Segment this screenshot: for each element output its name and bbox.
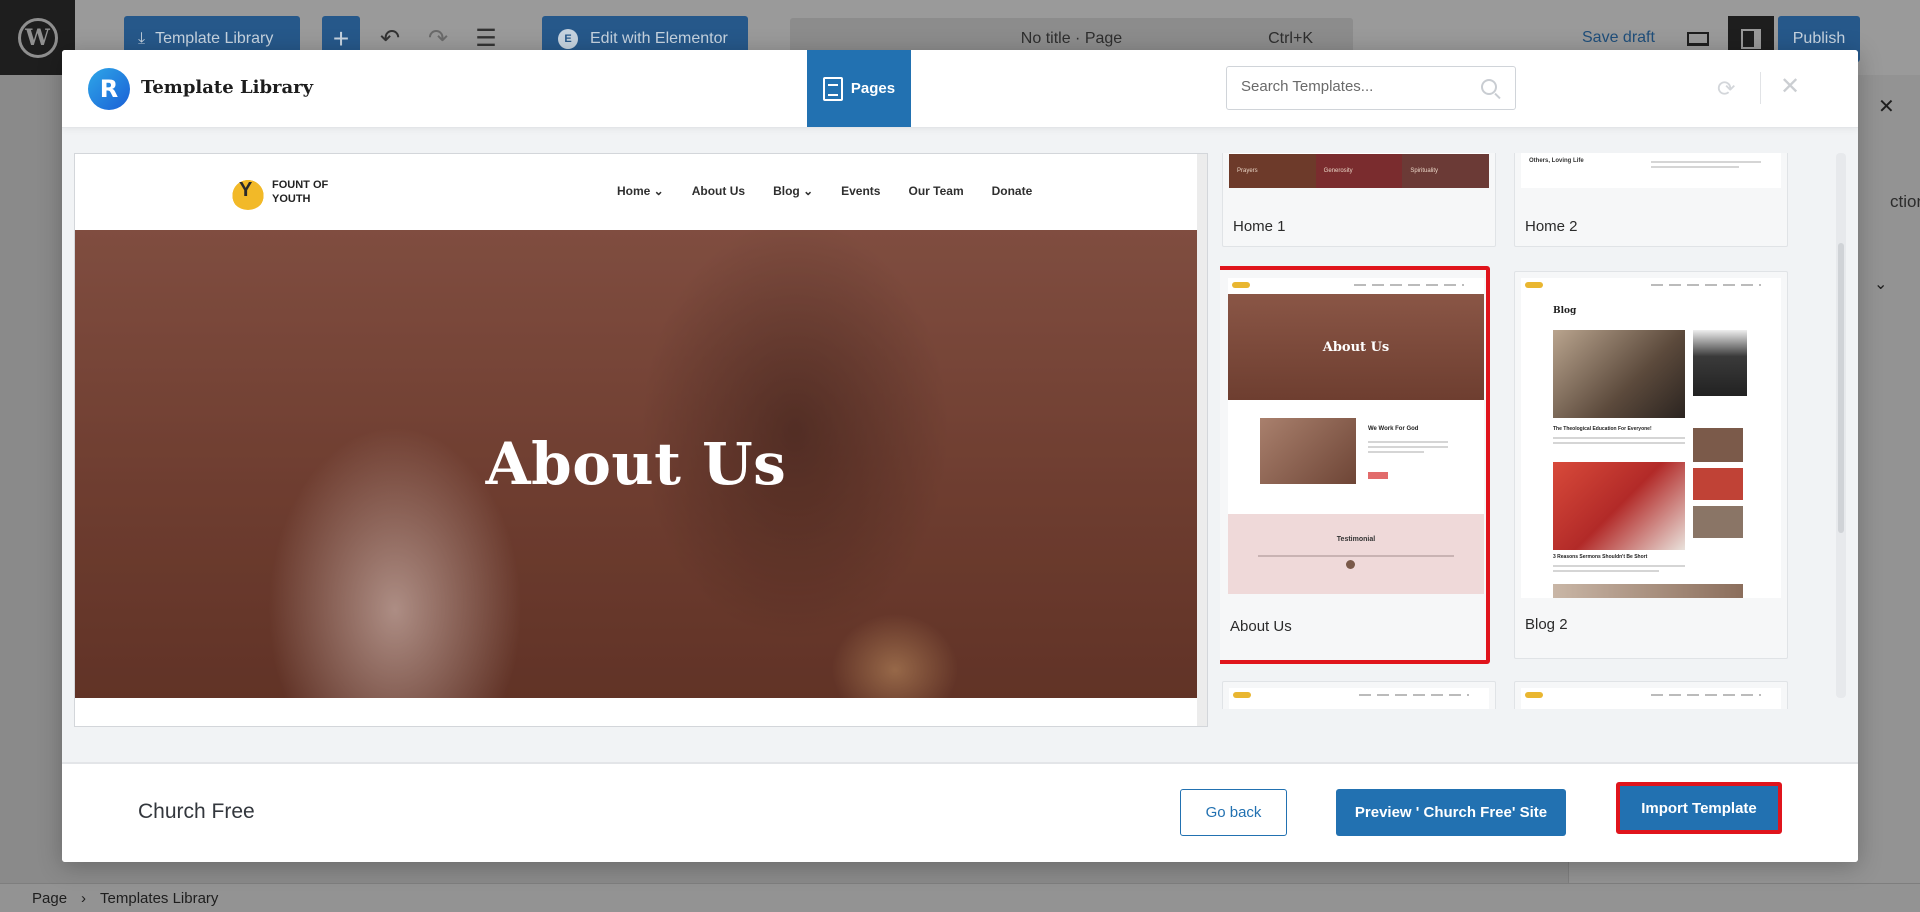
breadcrumb: Page › Templates Library [0, 883, 1920, 912]
sidebar-partial-text: ctions [1890, 192, 1920, 211]
search-input[interactable] [1241, 78, 1461, 95]
preview-menu-team: Our Team [908, 184, 964, 198]
template-thumbnail: Others, Loving Life [1521, 153, 1781, 188]
preview-hero-image: About Us [75, 230, 1197, 698]
template-card-label: About Us [1230, 618, 1292, 635]
tab-pages[interactable]: Pages [807, 50, 911, 127]
pages-icon [822, 76, 843, 101]
template-card-about-us[interactable]: About Us We Work For God Testimonial Abo… [1220, 266, 1490, 664]
fount-of-youth-logo-icon [230, 174, 266, 210]
template-card-label: Blog 2 [1525, 616, 1568, 633]
brand-logo-icon: R [88, 68, 130, 110]
template-kit-name: Church Free [138, 800, 255, 823]
header-divider [1760, 72, 1761, 104]
preview-menu-blog: Blog ⌄ [773, 184, 814, 198]
preview-menu-about: About Us [691, 184, 746, 198]
template-preview: FOUNT OF YOUTH Home ⌄ About Us Blog ⌄ Ev… [74, 153, 1208, 727]
template-card-next-2[interactable] [1514, 681, 1788, 709]
breadcrumb-item-templates-library[interactable]: Templates Library [100, 890, 218, 907]
preview-hero-title: About Us [485, 430, 787, 498]
preview-site-menu: Home ⌄ About Us Blog ⌄ Events Our Team D… [617, 184, 1032, 198]
download-icon: ⤓ [138, 30, 146, 47]
chevron-down-icon[interactable]: ⌄ [1874, 274, 1887, 294]
preview-menu-events: Events [841, 184, 881, 198]
import-template-button[interactable]: Import Template [1616, 782, 1782, 834]
template-thumbnail: About Us We Work For God Testimonial [1228, 278, 1484, 594]
sidebar-close-icon[interactable]: ✕ [1878, 94, 1895, 119]
preview-menu-donate: Donate [991, 184, 1033, 198]
template-card-blog-2[interactable]: Blog The Theological Education For Every… [1514, 271, 1788, 659]
preview-site-logo: FOUNT OF YOUTH [230, 174, 328, 210]
template-grid-scrollbar[interactable] [1836, 153, 1846, 698]
template-card-label: Home 1 [1233, 218, 1286, 235]
template-library-modal: R Template Library Pages ⟳ ✕ FOUNT OF YO… [62, 50, 1858, 862]
template-thumbnail: Prayers Generosity Spirituality [1229, 153, 1489, 188]
chevron-right-icon: › [81, 889, 87, 907]
preview-site-header: FOUNT OF YOUTH Home ⌄ About Us Blog ⌄ Ev… [75, 154, 1197, 230]
preview-menu-home: Home ⌄ [617, 184, 664, 198]
go-back-button[interactable]: Go back [1180, 789, 1287, 836]
modal-header: R Template Library Pages ⟳ ✕ [62, 50, 1858, 128]
preview-scrollbar[interactable] [1197, 154, 1207, 726]
modal-footer: Church Free Go back Preview ' Church Fre… [62, 762, 1858, 862]
template-card-home-2[interactable]: Others, Loving Life Home 2 [1514, 153, 1788, 247]
close-icon[interactable]: ✕ [1780, 72, 1800, 101]
template-thumbnail: Blog The Theological Education For Every… [1521, 278, 1781, 598]
modal-title: Template Library [141, 77, 314, 98]
sync-icon[interactable]: ⟳ [1717, 76, 1735, 102]
breadcrumb-item-page[interactable]: Page [32, 890, 67, 907]
preview-site-button[interactable]: Preview ' Church Free' Site [1336, 789, 1566, 836]
template-card-home-1[interactable]: Prayers Generosity Spirituality Home 1 [1222, 153, 1496, 247]
template-grid: Prayers Generosity Spirituality Home 1 O… [1220, 153, 1820, 709]
save-draft-button[interactable]: Save draft [1582, 29, 1655, 47]
search-templates-field[interactable] [1226, 66, 1516, 110]
elementor-icon: E [558, 29, 578, 49]
template-card-label: Home 2 [1525, 218, 1578, 235]
search-icon [1481, 79, 1497, 95]
template-card-next-1[interactable] [1222, 681, 1496, 709]
